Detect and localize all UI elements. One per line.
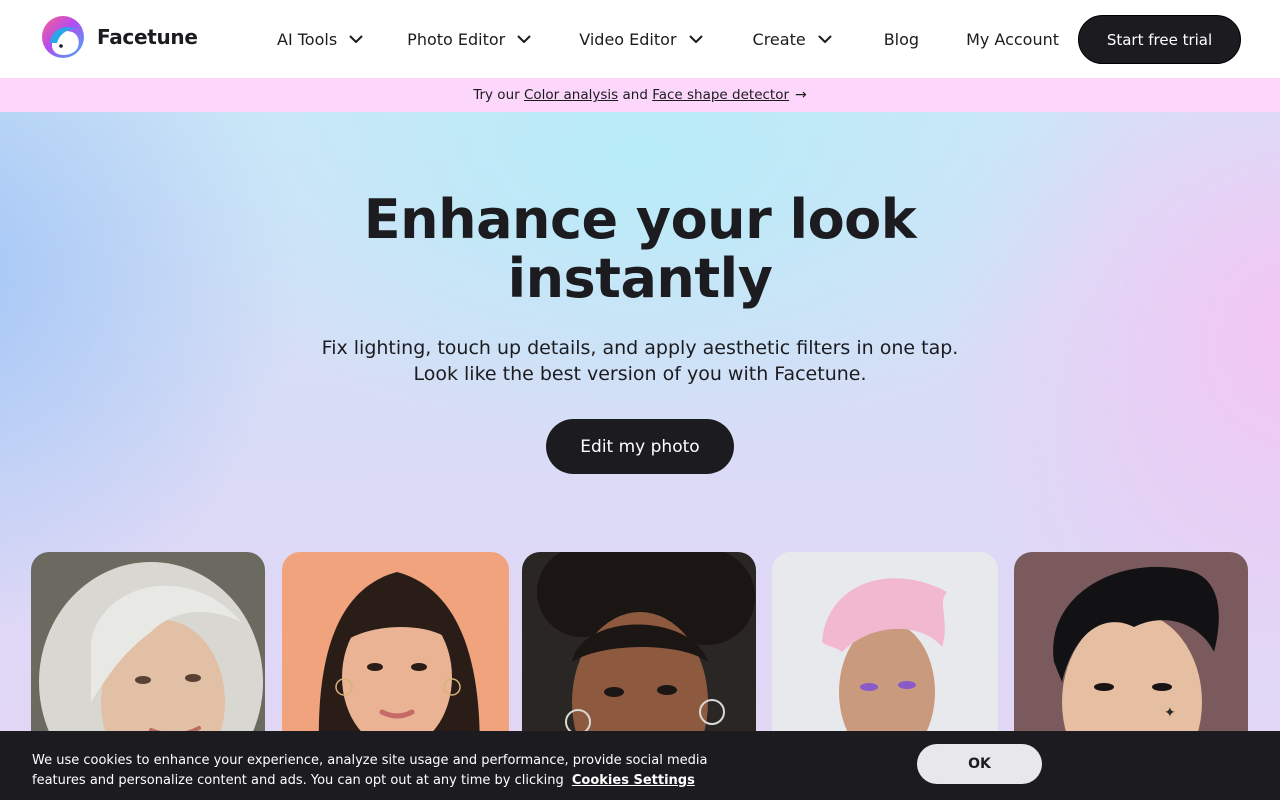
nav-ai-tools[interactable]: AI Tools [277, 30, 363, 49]
cookies-settings-link[interactable]: Cookies Settings [572, 773, 695, 788]
chevron-down-icon [818, 35, 832, 43]
nav-video-editor-label: Video Editor [579, 29, 677, 49]
nav-ai-tools-label: AI Tools [277, 29, 338, 49]
hero-title-line2: instantly [507, 247, 773, 310]
nav-my-account-label: My Account [966, 29, 1060, 49]
hero-title: Enhance your look instantly [0, 190, 1280, 308]
cookie-message: We use cookies to enhance your experienc… [32, 751, 712, 790]
nav-create-label: Create [752, 29, 806, 49]
edit-my-photo-button[interactable]: Edit my photo [546, 419, 734, 474]
nav-my-account[interactable]: My Account [966, 30, 1059, 49]
hero-subtitle-line1: Fix lighting, touch up details, and appl… [321, 337, 959, 359]
cookie-ok-button[interactable]: OK [917, 744, 1042, 784]
hero-subtitle-line2: Look like the best version of you with F… [413, 363, 867, 385]
nav-create[interactable]: Create [753, 30, 832, 49]
color-analysis-link[interactable]: Color analysis [524, 87, 618, 103]
hero-title-line1: Enhance your look [363, 188, 917, 251]
facetune-logo-icon [42, 16, 84, 58]
brand-logo[interactable]: Facetune [38, 15, 198, 59]
cookie-banner: We use cookies to enhance your experienc… [0, 731, 1280, 800]
svg-text:✦: ✦ [1164, 705, 1176, 721]
nav-video-editor[interactable]: Video Editor [579, 29, 703, 49]
main-nav: AI Tools Photo Editor Video Editor Creat… [277, 0, 1059, 78]
nav-photo-editor-label: Photo Editor [407, 29, 506, 49]
promo-bar: Try our Color analysis and Face shape de… [0, 78, 1280, 112]
promo-prefix: Try our [473, 87, 520, 103]
nav-photo-editor[interactable]: Photo Editor [407, 30, 531, 49]
chevron-down-icon [349, 35, 363, 43]
site-header: Facetune AI Tools Photo Editor Video Edi… [0, 0, 1280, 78]
nav-blog-label: Blog [883, 29, 920, 49]
hero-subtitle: Fix lighting, touch up details, and appl… [0, 335, 1280, 387]
start-free-trial-button[interactable]: Start free trial [1078, 15, 1241, 64]
promo-middle: and [622, 87, 648, 103]
arrow-right-icon: → [795, 87, 807, 103]
hero-section: Enhance your look instantly Fix lighting… [0, 112, 1280, 800]
chevron-down-icon [517, 35, 531, 43]
face-shape-detector-link[interactable]: Face shape detector [652, 87, 789, 103]
chevron-down-icon [689, 35, 703, 43]
brand-name: Facetune [97, 25, 198, 49]
nav-blog[interactable]: Blog [884, 30, 919, 49]
